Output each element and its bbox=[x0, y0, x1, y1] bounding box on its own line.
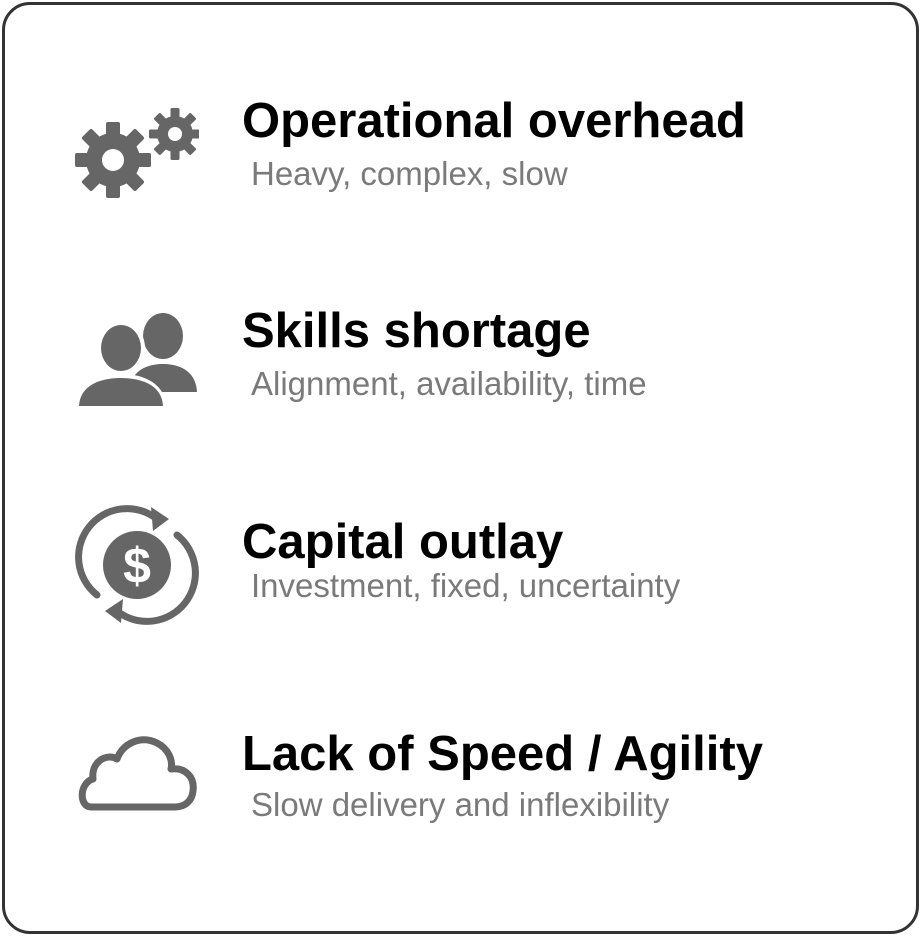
challenge-title: Skills shortage bbox=[242, 304, 591, 358]
challenge-item-skills-shortage: Skills shortage Alignment, availability,… bbox=[5, 302, 916, 452]
users-icon bbox=[75, 298, 199, 422]
challenge-title: Lack of Speed / Agility bbox=[242, 727, 763, 781]
gears-icon bbox=[75, 98, 199, 222]
challenges-card: Operational overhead Heavy, complex, slo… bbox=[2, 2, 919, 934]
challenge-subtitle: Slow delivery and inflexibility bbox=[251, 786, 670, 823]
challenge-subtitle: Alignment, availability, time bbox=[251, 365, 647, 402]
dollar-cycle-icon: $ bbox=[75, 503, 199, 627]
challenge-subtitle: Heavy, complex, slow bbox=[251, 155, 568, 192]
challenge-title: Operational overhead bbox=[242, 94, 746, 148]
cloud-icon bbox=[75, 715, 199, 839]
challenge-item-capital-outlay: $ Capital outlay Investment, fixed, unce… bbox=[5, 505, 916, 663]
svg-text:$: $ bbox=[123, 538, 151, 594]
challenge-item-operational-overhead: Operational overhead Heavy, complex, slo… bbox=[5, 93, 916, 243]
challenge-title: Capital outlay bbox=[242, 515, 564, 569]
challenge-item-speed-agility: Lack of Speed / Agility Slow delivery an… bbox=[5, 725, 916, 875]
challenge-subtitle: Investment, fixed, uncertainty bbox=[251, 567, 681, 604]
